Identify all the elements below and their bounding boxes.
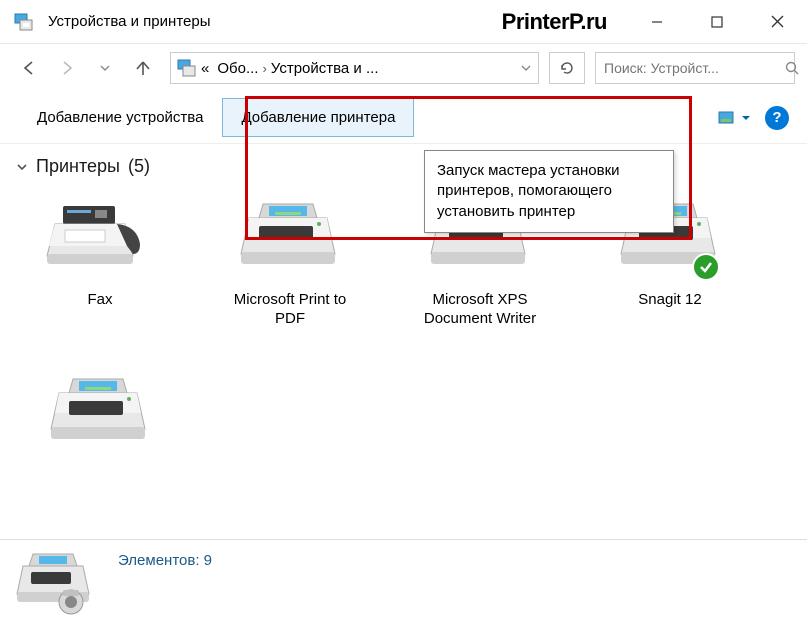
app-icon (14, 13, 34, 31)
device-label: Snagit 12 (638, 291, 701, 310)
view-menu[interactable] (717, 110, 751, 126)
statusbar: Элементов: 9 (0, 539, 807, 625)
titlebar: Устройства и принтеры PrinterP.ru (0, 0, 807, 44)
toolbar: Добавление устройства Добавление принтер… (0, 92, 807, 144)
up-button[interactable] (126, 51, 160, 85)
device-item-fax[interactable]: Fax (30, 193, 170, 329)
fax-icon (40, 193, 160, 283)
window-controls (627, 0, 807, 44)
tooltip: Запуск мастера установки принтеров, помо… (424, 150, 674, 233)
add-printer-button[interactable]: Добавление принтера (222, 98, 414, 137)
address-bar[interactable]: « Обо... › Устройства и ... (170, 52, 539, 84)
content-area: Принтеры (5) Fax (0, 144, 807, 479)
section-title: Принтеры (36, 156, 120, 177)
device-item-5[interactable] (30, 369, 170, 467)
close-button[interactable] (747, 0, 807, 44)
device-label: Microsoft XPS Document Writer (410, 291, 550, 329)
navbar: « Обо... › Устройства и ... (0, 44, 807, 92)
path-dropdown[interactable] (520, 62, 532, 74)
window-title: Устройства и принтеры (48, 13, 502, 30)
printer-icon (230, 193, 350, 283)
recent-dropdown[interactable] (88, 51, 122, 85)
status-thumbnail (12, 548, 98, 618)
device-label: Microsoft Print to PDF (220, 291, 360, 329)
path-chevrons[interactable]: « (197, 60, 213, 77)
device-item-print-pdf[interactable]: Microsoft Print to PDF (220, 193, 360, 329)
minimize-button[interactable] (627, 0, 687, 44)
printer-icon (40, 369, 160, 459)
add-device-button[interactable]: Добавление устройства (18, 98, 222, 137)
back-button[interactable] (12, 51, 46, 85)
default-checkmark-icon (692, 253, 720, 281)
status-text: Элементов: 9 (118, 548, 212, 569)
search-icon[interactable] (785, 61, 800, 76)
refresh-button[interactable] (549, 52, 585, 84)
forward-button[interactable] (50, 51, 84, 85)
section-header[interactable]: Принтеры (5) (16, 156, 791, 177)
device-label: Fax (87, 291, 112, 310)
search-input[interactable] (604, 60, 785, 76)
collapse-icon[interactable] (16, 161, 28, 173)
section-count: (5) (128, 156, 150, 177)
path-seg-root[interactable]: Обо... (213, 60, 262, 77)
path-icon (177, 59, 197, 77)
devices-grid: Fax Microsoft Print to PDF (16, 193, 791, 467)
maximize-button[interactable] (687, 0, 747, 44)
help-button[interactable]: ? (765, 106, 789, 130)
path-seg-current[interactable]: Устройства и ... (267, 60, 383, 77)
search-box[interactable] (595, 52, 795, 84)
watermark: PrinterP.ru (502, 9, 607, 35)
